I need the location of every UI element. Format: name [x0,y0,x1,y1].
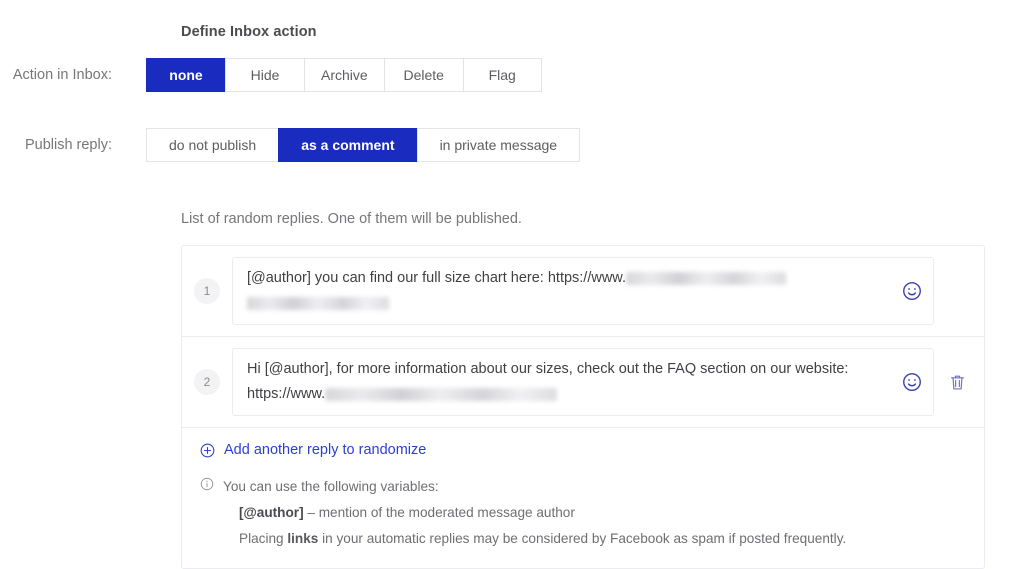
smiley-icon[interactable] [901,371,923,393]
replies-panel-footer: Add another reply to randomize You can u… [182,428,984,568]
settings-page: Define Inbox action Action in Inbox: non… [0,0,1024,569]
replies-panel: 1 [@author] you can find our full size c… [181,245,985,569]
publish-reply-label: Publish reply: [24,137,112,153]
spam-warning-line: Placing links in your automatic replies … [223,526,846,552]
action-option-flag[interactable]: Flag [462,58,542,92]
variables-hint: You can use the following variables: [@a… [200,474,974,552]
publish-option-do-not-publish[interactable]: do not publish [146,128,279,162]
reply-index-badge: 1 [194,278,220,304]
variable-author-line: [@author] – mention of the moderated mes… [223,500,846,526]
add-another-reply-button[interactable]: Add another reply to randomize [200,442,974,458]
action-option-hide[interactable]: Hide [225,58,304,92]
smiley-icon[interactable] [901,280,923,302]
action-option-archive[interactable]: Archive [304,58,384,92]
trash-icon[interactable] [940,365,974,399]
publish-reply-row: Publish reply: do not publish as a comme… [0,128,581,162]
action-option-none[interactable]: none [146,58,225,92]
plus-circle-icon [200,443,215,458]
variables-hint-heading: You can use the following variables: [223,479,439,494]
publish-option-as-a-comment[interactable]: as a comment [278,128,417,162]
reply-row: 2 Hi [@author], for more information abo… [182,337,984,428]
action-in-inbox-row: Action in Inbox: none Hide Archive Delet… [0,58,542,92]
reply-text-input[interactable]: Hi [@author], for more information about… [232,348,934,416]
action-in-inbox-segmented-group: none Hide Archive Delete Flag [146,58,542,92]
publish-option-in-private-message[interactable]: in private message [416,128,581,162]
redacted-url-fragment [626,272,787,285]
redacted-url-fragment [247,297,389,310]
publish-reply-segmented-group: do not publish as a comment in private m… [146,128,581,162]
replies-list-caption: List of random replies. One of them will… [181,211,522,227]
page-title: Define Inbox action [181,24,317,40]
reply-index-badge: 2 [194,369,220,395]
redacted-url-fragment [325,388,558,401]
reply-text-input[interactable]: [@author] you can find our full size cha… [232,257,934,325]
info-circle-icon [200,477,214,491]
reply-text-content: [@author] you can find our full size cha… [247,266,889,316]
action-option-delete[interactable]: Delete [383,58,463,92]
variable-author-name: [@author] [239,505,304,520]
add-another-reply-label: Add another reply to randomize [224,442,427,458]
reply-row: 1 [@author] you can find our full size c… [182,246,984,337]
delete-slot-empty [940,274,974,308]
reply-text-content: Hi [@author], for more information about… [247,357,889,407]
variable-author-desc: – mention of the moderated message autho… [303,505,575,520]
reply-text-visible: [@author] you can find our full size cha… [247,270,627,286]
action-in-inbox-label: Action in Inbox: [12,67,112,83]
variables-hint-text: You can use the following variables: [@a… [223,474,846,552]
